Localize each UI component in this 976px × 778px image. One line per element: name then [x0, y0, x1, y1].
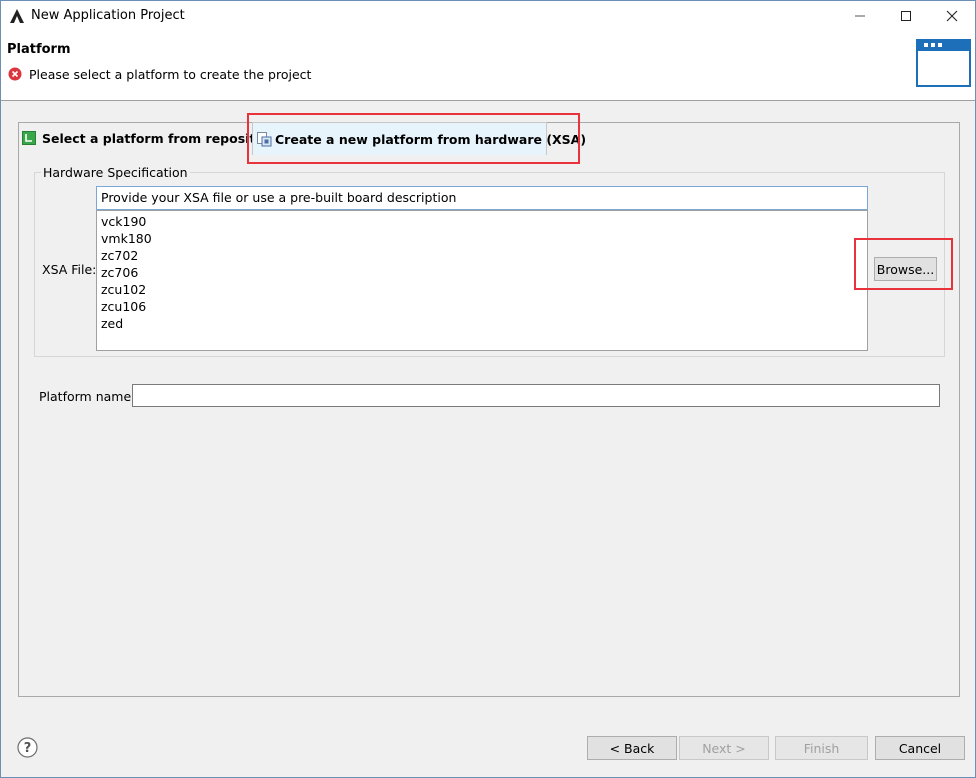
tab-create-platform-xsa[interactable]: Create a new platform from hardware (XSA… [252, 122, 586, 155]
board-list-item[interactable]: zcu106 [97, 298, 867, 315]
page-title: Platform [7, 42, 71, 57]
platform-name-input[interactable] [132, 384, 940, 407]
hardware-icon [257, 132, 272, 147]
board-list-item[interactable]: vmk180 [97, 230, 867, 247]
minimize-button[interactable] [837, 1, 883, 31]
window-title: New Application Project [31, 8, 185, 23]
svg-text:?: ? [24, 741, 32, 756]
amd-logo-icon [10, 9, 24, 23]
tab-select-platform-repository[interactable]: Select a platform from repository [20, 122, 278, 154]
platform-repo-icon [22, 131, 36, 145]
board-list-item[interactable]: vck190 [97, 213, 867, 230]
new-application-project-dialog: New Application Project Platform Please … [0, 0, 976, 778]
error-icon [8, 67, 22, 81]
browse-button[interactable]: Browse... [874, 257, 937, 281]
group-title: Hardware Specification [41, 165, 190, 180]
wizard-header: Platform Please select a platform to cre… [1, 31, 975, 101]
next-button[interactable]: Next > [679, 736, 769, 760]
maximize-button[interactable] [883, 1, 929, 31]
header-message: Please select a platform to create the p… [29, 67, 312, 82]
xsa-file-input[interactable]: Provide your XSA file or use a pre-built… [96, 186, 868, 210]
minimize-icon [855, 15, 865, 17]
maximize-icon [901, 11, 911, 21]
platform-name-label: Platform name: [39, 389, 136, 404]
board-list-item[interactable]: zc702 [97, 247, 867, 264]
xsa-file-label: XSA File: [42, 262, 97, 277]
tab-label: Create a new platform from hardware (XSA… [275, 131, 587, 147]
tab-strip: Select a platform from repository Create… [18, 122, 960, 155]
tab-label: Select a platform from repository [42, 130, 279, 146]
cancel-button[interactable]: Cancel [875, 736, 965, 760]
back-button[interactable]: < Back [587, 736, 677, 760]
close-icon [946, 10, 958, 22]
wizard-banner-icon [916, 39, 971, 87]
finish-button[interactable]: Finish [775, 736, 868, 760]
help-icon[interactable]: ? [17, 737, 38, 758]
close-button[interactable] [929, 1, 975, 31]
board-list-item[interactable]: zc706 [97, 264, 867, 281]
board-list-item[interactable]: zcu102 [97, 281, 867, 298]
board-list[interactable]: vck190 vmk180 zc702 zc706 zcu102 zcu106 … [96, 210, 868, 351]
title-bar: New Application Project [1, 1, 975, 31]
board-list-item[interactable]: zed [97, 315, 867, 332]
